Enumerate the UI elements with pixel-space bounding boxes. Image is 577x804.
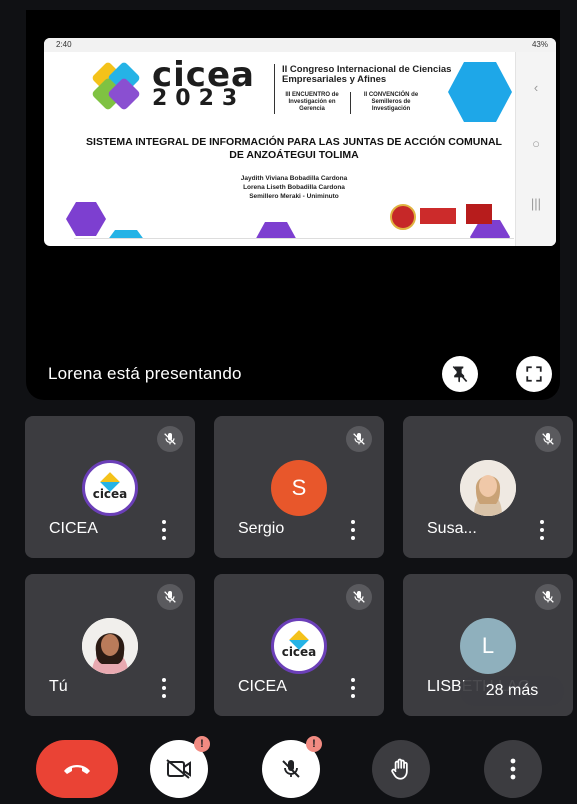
participant-tile-sergio[interactable]: S Sergio xyxy=(214,416,384,558)
end-call-icon xyxy=(64,765,90,774)
camera-off-icon xyxy=(166,759,191,779)
avatar-photo xyxy=(460,460,516,516)
participant-name: CICEA xyxy=(49,520,98,537)
unpin-button[interactable] xyxy=(442,356,478,392)
slide-author-1: Jaydith Viviana Bobadilla Cardona xyxy=(240,175,348,182)
presentation-stage: 2:40 43% cicea 2023 II Congreso Internac… xyxy=(26,10,560,400)
slide-congress-title: II Congreso Internacional de Ciencias Em… xyxy=(282,64,452,85)
warning-badge: ! xyxy=(194,736,210,752)
participant-name: Sergio xyxy=(238,520,285,537)
end-call-button[interactable] xyxy=(36,740,118,798)
phone-status-bar: 2:40 43% xyxy=(44,38,556,52)
mic-off-icon xyxy=(157,426,183,452)
mic-off-icon xyxy=(535,426,561,452)
more-options-button[interactable] xyxy=(539,518,545,540)
slide-divider xyxy=(274,64,275,114)
participant-tile-susana[interactable]: Susa... xyxy=(403,416,573,558)
circle-icon: ○ xyxy=(532,136,540,151)
recent-apps-icon: ||| xyxy=(530,196,542,211)
avatar: S xyxy=(271,460,327,516)
avatar-initial: L xyxy=(481,633,495,658)
next-slide-peek xyxy=(74,238,514,246)
raise-hand-button[interactable] xyxy=(372,740,430,798)
camera-toggle-button[interactable]: ! xyxy=(150,736,210,798)
shared-screen: 2:40 43% cicea 2023 II Congreso Internac… xyxy=(44,38,556,246)
presentation-slide: cicea 2023 II Congreso Internacional de … xyxy=(66,52,514,246)
participant-tile-cicea-2[interactable]: cicea CICEA xyxy=(214,574,384,716)
participant-tile-cicea[interactable]: cicea CICEA xyxy=(25,416,195,558)
slide-author-3: Semillero Meraki - Uniminuto xyxy=(249,193,339,200)
mic-off-icon xyxy=(535,584,561,610)
fullscreen-icon xyxy=(526,366,542,382)
more-participants-button[interactable]: 28 más xyxy=(460,676,564,706)
more-options-button[interactable] xyxy=(350,518,356,540)
partner-logo xyxy=(466,204,492,224)
avatar: cicea xyxy=(82,460,138,516)
slide-author-2: Lorena Liseth Bobadilla Cardona xyxy=(243,184,345,191)
participant-name: Tú xyxy=(49,678,68,695)
participant-name: CICEA xyxy=(238,678,287,695)
more-options-button[interactable] xyxy=(161,676,167,698)
slide-sub-right: II CONVENCIÓN de Semilleros de Investiga… xyxy=(363,92,419,112)
phone-nav-strip: ‹ ○ ||| xyxy=(515,52,556,246)
mic-off-icon xyxy=(346,584,372,610)
fullscreen-button[interactable] xyxy=(516,356,552,392)
chevron-left-icon: ‹ xyxy=(533,80,539,95)
avatar-initial: S xyxy=(291,475,307,500)
unpin-icon xyxy=(452,365,468,383)
more-options-button[interactable] xyxy=(350,676,356,698)
phone-status-battery: 43% xyxy=(531,40,548,49)
avatar-photo xyxy=(82,618,138,674)
presenting-label: Lorena está presentando xyxy=(48,364,242,383)
raise-hand-icon xyxy=(391,758,408,780)
slide-hex-blue xyxy=(448,62,512,122)
phone-status-time: 2:40 xyxy=(56,40,72,49)
slide-authors: Jaydith Viviana Bobadilla Cardona Lorena… xyxy=(84,174,504,201)
slide-hex-purple-left xyxy=(66,202,106,236)
more-vertical-icon xyxy=(510,758,516,780)
mic-off-icon xyxy=(282,760,300,778)
more-options-button[interactable] xyxy=(484,740,542,798)
partner-logo xyxy=(420,208,456,224)
participant-name: Susa... xyxy=(427,520,477,537)
slide-sub-divider xyxy=(350,92,351,114)
avatar: cicea xyxy=(271,618,327,674)
more-options-button[interactable] xyxy=(161,518,167,540)
avatar: L xyxy=(460,618,516,674)
mic-toggle-button[interactable]: ! xyxy=(262,736,322,798)
participant-tile-self[interactable]: Tú xyxy=(25,574,195,716)
slide-logo-year: 2023 xyxy=(152,86,246,111)
mic-off-icon xyxy=(346,426,372,452)
slide-title: SISTEMA INTEGRAL DE INFORMACIÓN PARA LAS… xyxy=(86,136,502,161)
slide-sub-left: III ENCUENTRO de Investigación en Gerenc… xyxy=(285,92,339,112)
seal-logo xyxy=(390,204,416,230)
warning-badge: ! xyxy=(306,736,322,752)
mic-off-icon xyxy=(157,584,183,610)
